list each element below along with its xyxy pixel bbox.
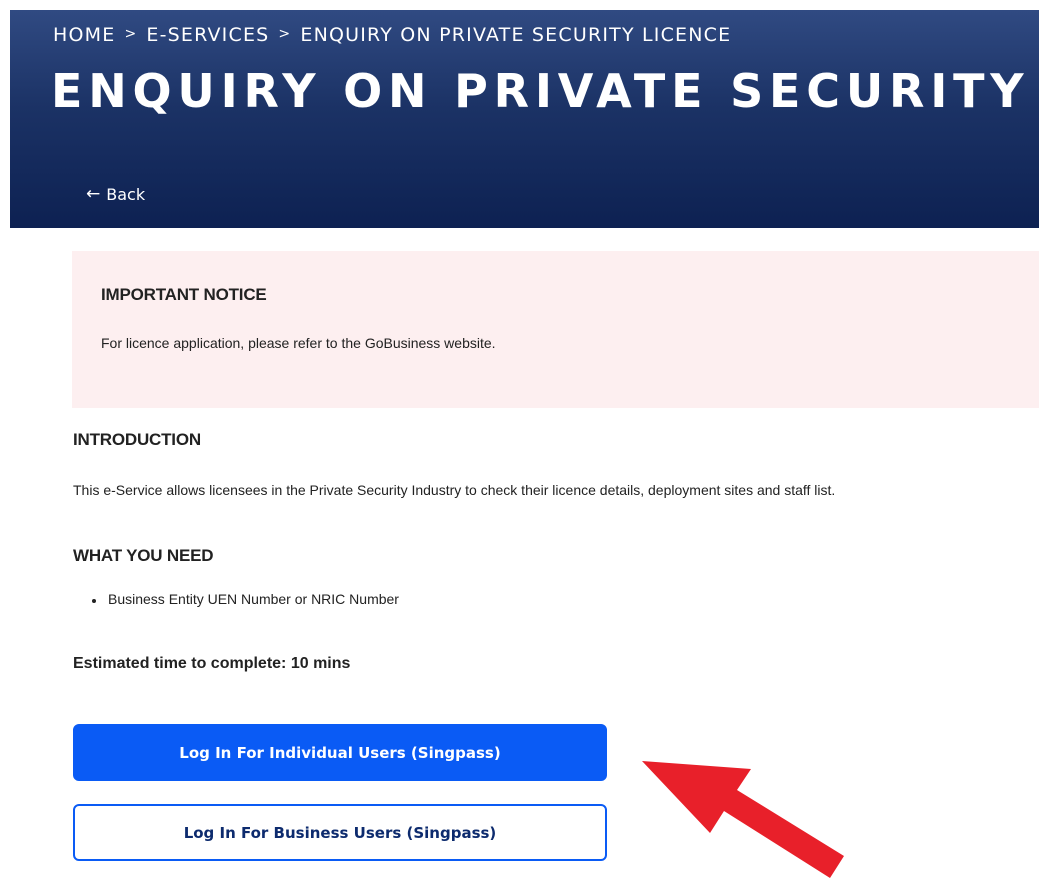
breadcrumb-current: ENQUIRY ON PRIVATE SECURITY LICENCE [300, 24, 732, 46]
list-item: Business Entity UEN Number or NRIC Numbe… [73, 591, 399, 607]
red-arrow-icon [642, 761, 844, 878]
individual-login-button[interactable]: Log In For Individual Users (Singpass) [73, 724, 607, 781]
bullet-icon [92, 599, 96, 603]
notice-title: IMPORTANT NOTICE [101, 285, 267, 304]
introduction-heading: INTRODUCTION [73, 430, 201, 449]
estimated-time: Estimated time to complete: 10 mins [73, 655, 351, 672]
business-login-button[interactable]: Log In For Business Users (Singpass) [73, 804, 607, 861]
requirements-list: Business Entity UEN Number or NRIC Numbe… [73, 591, 399, 607]
what-you-need-heading: WHAT YOU NEED [73, 546, 214, 565]
notice-body: For licence application, please refer to… [101, 335, 496, 351]
arrow-left-icon: ← [86, 184, 101, 204]
page-header: HOME > E-SERVICES > ENQUIRY ON PRIVATE S… [10, 10, 1039, 228]
list-item-text: Business Entity UEN Number or NRIC Numbe… [108, 591, 399, 607]
important-notice: IMPORTANT NOTICE For licence application… [72, 251, 1039, 408]
breadcrumb: HOME > E-SERVICES > ENQUIRY ON PRIVATE S… [53, 24, 731, 46]
breadcrumb-e-services[interactable]: E-SERVICES [146, 24, 269, 46]
introduction-text: This e-Service allows licensees in the P… [73, 482, 836, 498]
back-link[interactable]: ← Back [86, 185, 145, 204]
breadcrumb-separator: > [124, 26, 138, 42]
breadcrumb-separator: > [278, 26, 292, 42]
breadcrumb-home[interactable]: HOME [53, 24, 115, 46]
back-label: Back [106, 185, 146, 204]
page: HOME > E-SERVICES > ENQUIRY ON PRIVATE S… [0, 0, 1039, 886]
red-arrow-shape [642, 761, 844, 878]
page-title: ENQUIRY ON PRIVATE SECURITY LICENCE [51, 64, 1039, 118]
